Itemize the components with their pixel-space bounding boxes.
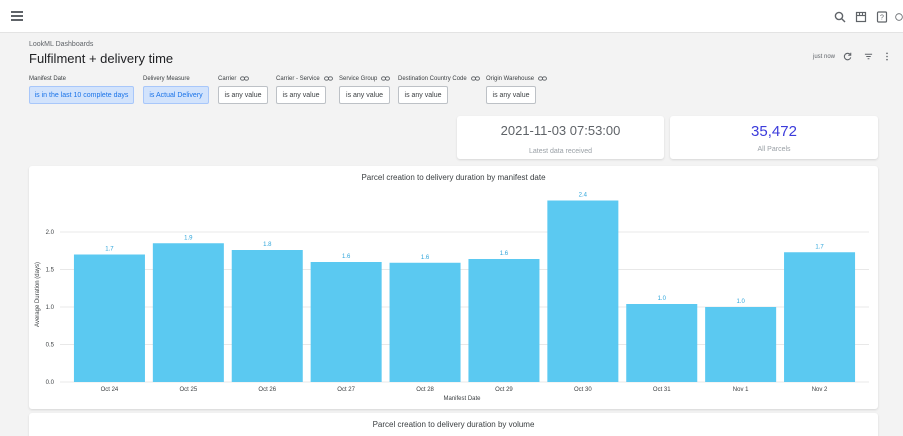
x-tick-label: Oct 31	[653, 387, 671, 393]
help-icon[interactable]: ?	[875, 10, 888, 23]
filter-value-manifest-date[interactable]: is in the last 10 complete days	[29, 86, 134, 104]
kpi-parcels-tile: 35,472 All Parcels	[670, 116, 878, 159]
bar-value-label: 1.6	[500, 251, 509, 257]
filter-icon[interactable]	[864, 52, 873, 61]
bar-value-label: 1.0	[736, 299, 745, 305]
x-tick-label: Oct 25	[180, 387, 198, 393]
bar[interactable]	[73, 254, 145, 383]
x-tick-label: Oct 30	[574, 387, 592, 393]
x-tick-label: Oct 28	[416, 387, 434, 393]
bar-value-label: 1.9	[184, 235, 193, 241]
x-axis-label: Manifest Date	[443, 396, 481, 402]
bar[interactable]	[705, 307, 777, 382]
filter-origin-warehouse: Origin Warehouse is any value	[486, 75, 548, 104]
account-icon[interactable]	[895, 10, 903, 23]
kpi-latest-data-value: 2021-11-03 07:53:00	[500, 123, 621, 138]
store-icon[interactable]	[854, 10, 867, 23]
filter-value-service-group[interactable]: is any value	[339, 86, 390, 104]
bar-value-label: 1.6	[421, 255, 430, 261]
bar-value-label: 1.6	[342, 254, 351, 260]
filter-label: Service Group	[339, 75, 391, 83]
filter-carrier-service: Carrier - Service is any value	[276, 75, 333, 104]
filter-service-group: Service Group is any value	[339, 75, 391, 104]
bar[interactable]	[784, 252, 856, 382]
x-tick-label: Nov 2	[812, 387, 828, 393]
more-vert-icon[interactable]	[885, 52, 889, 61]
bar[interactable]	[310, 262, 382, 382]
filter-delivery-measure: Delivery Measure is Actual Delivery	[143, 75, 209, 104]
kpi-latest-data-label: Latest data received	[528, 148, 593, 155]
refresh-icon[interactable]	[843, 52, 852, 61]
dashboard-actions: just now	[813, 52, 889, 61]
chart-tile-by-manifest-date: Parcel creation to delivery duration by …	[29, 166, 878, 409]
bar[interactable]	[468, 259, 540, 382]
bar[interactable]	[231, 250, 303, 382]
search-icon[interactable]	[833, 10, 846, 23]
y-tick-label: 0.5	[46, 343, 55, 349]
x-tick-label: Oct 26	[258, 387, 276, 393]
filter-label: Carrier - Service	[276, 75, 333, 83]
x-tick-label: Nov 1	[733, 387, 749, 393]
svg-text:?: ?	[880, 14, 884, 21]
filter-label: Manifest Date	[29, 76, 67, 82]
bar-chart: 0.0 0.5 1.0 1.5 2.0 1.7 Oct 24 1.9 Oct 25 1.8 Oct…	[35, 193, 869, 402]
filter-label: Destination Country Code	[398, 75, 480, 83]
y-tick-label: 1.0	[46, 305, 55, 311]
filter-value-carrier-service[interactable]: is any value	[276, 86, 326, 104]
chart-title: Parcel creation to delivery duration by …	[372, 420, 535, 429]
filter-value-origin-warehouse[interactable]: is any value	[486, 86, 536, 104]
menu-icon[interactable]	[10, 9, 24, 23]
y-tick-label: 0.0	[46, 380, 55, 386]
filter-value-carrier[interactable]: is any value	[218, 86, 268, 104]
kpi-parcels-label: All Parcels	[757, 146, 791, 153]
x-tick-label: Oct 27	[337, 387, 355, 393]
link-icon[interactable]	[240, 75, 250, 83]
y-tick-label: 1.5	[46, 268, 55, 274]
filter-label: Delivery Measure	[143, 76, 190, 82]
top-app-bar: ?	[0, 0, 903, 33]
link-icon[interactable]	[323, 75, 333, 83]
link-icon[interactable]	[470, 75, 480, 83]
bar[interactable]	[626, 304, 698, 382]
filter-label: Origin Warehouse	[486, 75, 548, 83]
kpi-parcels-value: 35,472	[751, 123, 797, 140]
bar-value-label: 1.0	[658, 296, 667, 302]
filter-carrier: Carrier is any value	[218, 75, 268, 104]
filter-value-destination-country[interactable]: is any value	[398, 86, 448, 104]
bar[interactable]	[152, 243, 224, 382]
bar-value-label: 1.7	[105, 247, 114, 253]
bar[interactable]	[547, 200, 619, 383]
link-icon[interactable]	[381, 75, 391, 83]
chart-tile-by-volume: Parcel creation to delivery duration by …	[29, 413, 878, 436]
bar[interactable]	[389, 262, 461, 382]
filter-manifest-date: Manifest Date is in the last 10 complete…	[29, 75, 134, 104]
y-tick-label: 2.0	[46, 230, 55, 236]
filter-value-delivery-measure[interactable]: is Actual Delivery	[143, 86, 209, 104]
bar-value-label: 2.4	[579, 193, 588, 199]
link-icon[interactable]	[538, 75, 548, 83]
breadcrumb[interactable]: LookML Dashboards	[29, 41, 93, 48]
page-title: Fulfilment + delivery time	[29, 51, 174, 66]
x-tick-label: Oct 29	[495, 387, 513, 393]
kpi-latest-data-tile: 2021-11-03 07:53:00 Latest data received	[457, 116, 664, 159]
filter-label: Carrier	[218, 75, 268, 83]
x-tick-label: Oct 24	[101, 387, 119, 393]
filter-destination-country: Destination Country Code is any value	[398, 75, 480, 104]
bar-value-label: 1.7	[815, 244, 824, 250]
last-refreshed-text: just now	[812, 53, 835, 60]
bar-value-label: 1.8	[263, 242, 272, 248]
y-axis-label: Average Duration (days)	[35, 262, 41, 327]
